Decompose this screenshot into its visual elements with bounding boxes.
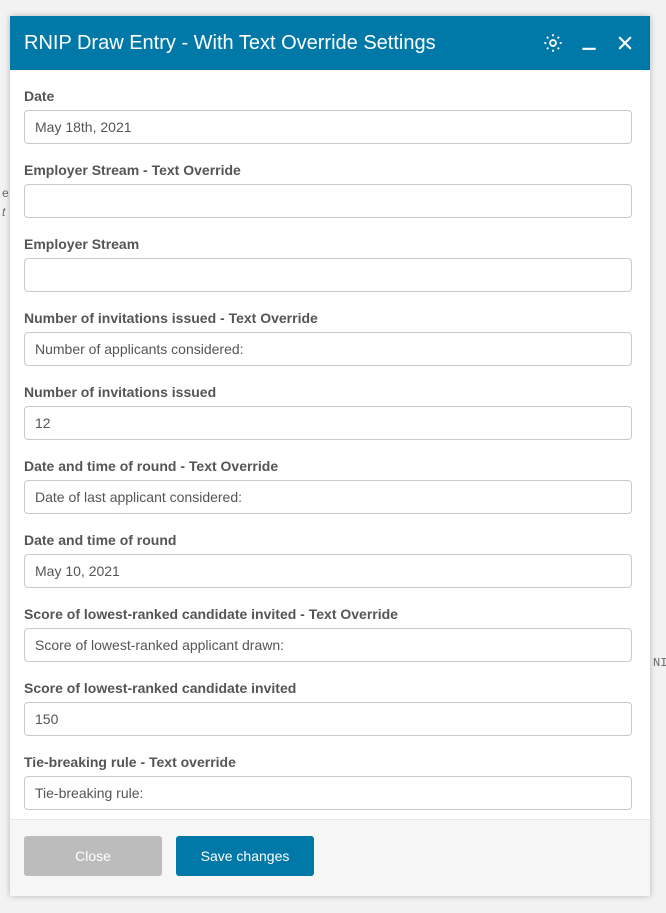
employer-stream-input[interactable] (24, 258, 632, 292)
num-invitations-input[interactable] (24, 406, 632, 440)
score-input[interactable] (24, 702, 632, 736)
num-invitations-override-input[interactable] (24, 332, 632, 366)
minimize-icon[interactable] (578, 32, 600, 54)
round-datetime-override-label: Date and time of round - Text Override (24, 458, 632, 474)
modal-dialog: RNIP Draw Entry - With Text Override Set… (10, 16, 650, 896)
score-label: Score of lowest-ranked candidate invited (24, 680, 632, 696)
close-icon[interactable] (614, 32, 636, 54)
tiebreak-override-label: Tie-breaking rule - Text override (24, 754, 632, 770)
gear-icon[interactable] (542, 32, 564, 54)
employer-stream-override-label: Employer Stream - Text Override (24, 162, 632, 178)
round-datetime-label: Date and time of round (24, 532, 632, 548)
date-label: Date (24, 88, 632, 104)
round-datetime-input[interactable] (24, 554, 632, 588)
score-override-label: Score of lowest-ranked candidate invited… (24, 606, 632, 622)
tiebreak-override-input[interactable] (24, 776, 632, 810)
employer-stream-label: Employer Stream (24, 236, 632, 252)
num-invitations-override-label: Number of invitations issued - Text Over… (24, 310, 632, 326)
titlebar-actions (542, 32, 636, 54)
close-button[interactable]: Close (24, 836, 162, 876)
dialog-title: RNIP Draw Entry - With Text Override Set… (24, 32, 542, 55)
num-invitations-label: Number of invitations issued (24, 384, 632, 400)
round-datetime-override-input[interactable] (24, 480, 632, 514)
score-override-input[interactable] (24, 628, 632, 662)
form-body[interactable]: Date Employer Stream - Text Override Emp… (10, 70, 650, 819)
bg-text-fragment: NI (653, 656, 666, 670)
bg-text-fragment: e (2, 186, 9, 200)
dialog-footer: Close Save changes (10, 819, 650, 896)
titlebar: RNIP Draw Entry - With Text Override Set… (10, 16, 650, 70)
bg-text-fragment: t (2, 205, 5, 219)
date-input[interactable] (24, 110, 632, 144)
employer-stream-override-input[interactable] (24, 184, 632, 218)
save-button[interactable]: Save changes (176, 836, 314, 876)
